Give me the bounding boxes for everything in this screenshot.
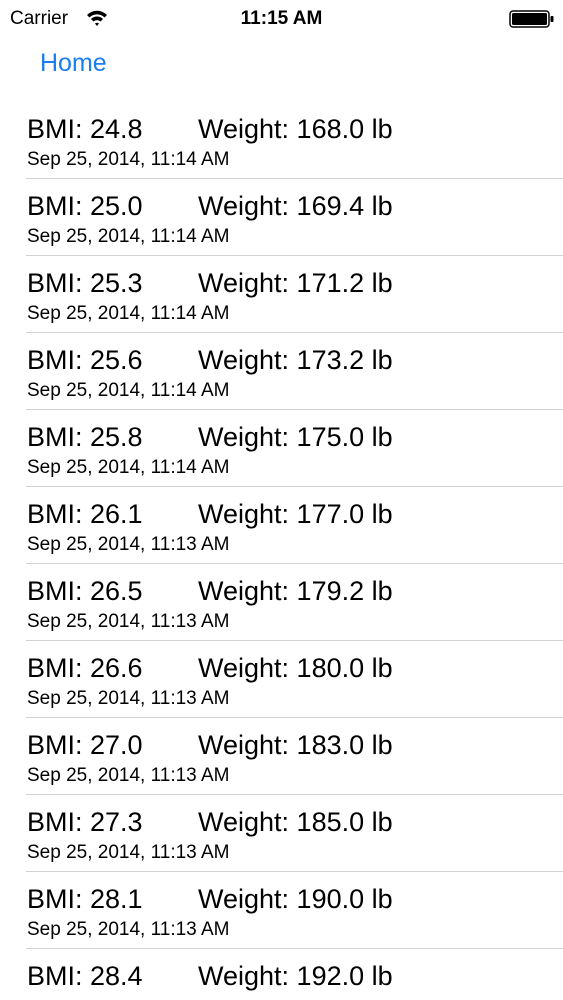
bmi-value: BMI: 25.6 (27, 345, 143, 375)
table-row[interactable]: BMI: 26.5 Weight: 179.2 lb Sep 25, 2014, 1… (0, 564, 563, 641)
bmi-value: BMI: 25.3 (27, 268, 143, 298)
bmi-value: BMI: 27.3 (27, 807, 143, 837)
home-back-button[interactable]: Home (40, 46, 107, 80)
entry-timestamp: Sep 25, 2014, 11:13 AM (27, 842, 230, 863)
app-screen: Carrier 11:15 AM Home BMI: 24.8 Weight: 1… (0, 0, 563, 1000)
entry-timestamp: Sep 25, 2014, 11:13 AM (27, 688, 230, 709)
table-row[interactable]: BMI: 27.0 Weight: 183.0 lb Sep 25, 2014, 1… (0, 718, 563, 795)
bmi-value: BMI: 28.4 (27, 961, 143, 991)
status-time: 11:15 AM (240, 8, 323, 29)
weight-value: Weight: 171.2 lb (198, 268, 393, 298)
table-row[interactable]: BMI: 25.0 Weight: 169.4 lb Sep 25, 2014, 1… (0, 179, 563, 256)
table-row[interactable]: BMI: 25.3 Weight: 171.2 lb Sep 25, 2014, 1… (0, 256, 563, 333)
bmi-value: BMI: 26.5 (27, 576, 143, 606)
table-row[interactable]: BMI: 27.3 Weight: 185.0 lb Sep 25, 2014, 1… (0, 795, 563, 872)
weight-value: Weight: 185.0 lb (198, 807, 393, 837)
bmi-value: BMI: 26.6 (27, 653, 143, 683)
entry-timestamp: Sep 25, 2014, 11:13 AM (27, 611, 230, 632)
weight-value: Weight: 179.2 lb (198, 576, 393, 606)
entry-timestamp: Sep 25, 2014, 11:13 AM (27, 919, 230, 940)
status-bar: Carrier 11:15 AM (0, 0, 563, 40)
table-row[interactable]: BMI: 26.6 Weight: 180.0 lb Sep 25, 2014, 1… (0, 641, 563, 718)
table-row[interactable]: BMI: 25.6 Weight: 173.2 lb Sep 25, 2014, 1… (0, 333, 563, 410)
bmi-value: BMI: 25.8 (27, 422, 143, 452)
bmi-value: BMI: 24.8 (27, 114, 143, 144)
weight-value: Weight: 168.0 lb (198, 114, 393, 144)
bmi-value: BMI: 27.0 (27, 730, 143, 760)
battery-icon (509, 10, 555, 28)
entry-timestamp: Sep 25, 2014, 11:14 AM (27, 457, 230, 478)
table-row[interactable]: BMI: 28.1 Weight: 190.0 lb Sep 25, 2014, 1… (0, 872, 563, 949)
weight-value: Weight: 177.0 lb (198, 499, 393, 529)
weight-value: Weight: 192.0 lb (198, 961, 393, 991)
bmi-entry-list[interactable]: BMI: 24.8 Weight: 168.0 lb Sep 25, 2014, 1… (0, 102, 563, 1000)
table-row[interactable]: BMI: 25.8 Weight: 175.0 lb Sep 25, 2014, 1… (0, 410, 563, 487)
table-row[interactable]: BMI: 28.4 Weight: 192.0 lb (0, 949, 563, 1000)
entry-timestamp: Sep 25, 2014, 11:13 AM (27, 765, 230, 786)
bmi-value: BMI: 25.0 (27, 191, 143, 221)
entry-timestamp: Sep 25, 2014, 11:14 AM (27, 380, 230, 401)
entry-timestamp: Sep 25, 2014, 11:14 AM (27, 149, 230, 170)
weight-value: Weight: 190.0 lb (198, 884, 393, 914)
entry-timestamp: Sep 25, 2014, 11:14 AM (27, 226, 230, 247)
weight-value: Weight: 180.0 lb (198, 653, 393, 683)
weight-value: Weight: 169.4 lb (198, 191, 393, 221)
weight-value: Weight: 175.0 lb (198, 422, 393, 452)
entry-timestamp: Sep 25, 2014, 11:14 AM (27, 303, 230, 324)
bmi-value: BMI: 28.1 (27, 884, 143, 914)
table-row[interactable]: BMI: 24.8 Weight: 168.0 lb Sep 25, 2014, 1… (0, 102, 563, 179)
navigation-bar: Home (0, 40, 563, 96)
table-row[interactable]: BMI: 26.1 Weight: 177.0 lb Sep 25, 2014, 1… (0, 487, 563, 564)
weight-value: Weight: 173.2 lb (198, 345, 393, 375)
bmi-value: BMI: 26.1 (27, 499, 143, 529)
weight-value: Weight: 183.0 lb (198, 730, 393, 760)
entry-timestamp: Sep 25, 2014, 11:13 AM (27, 534, 230, 555)
